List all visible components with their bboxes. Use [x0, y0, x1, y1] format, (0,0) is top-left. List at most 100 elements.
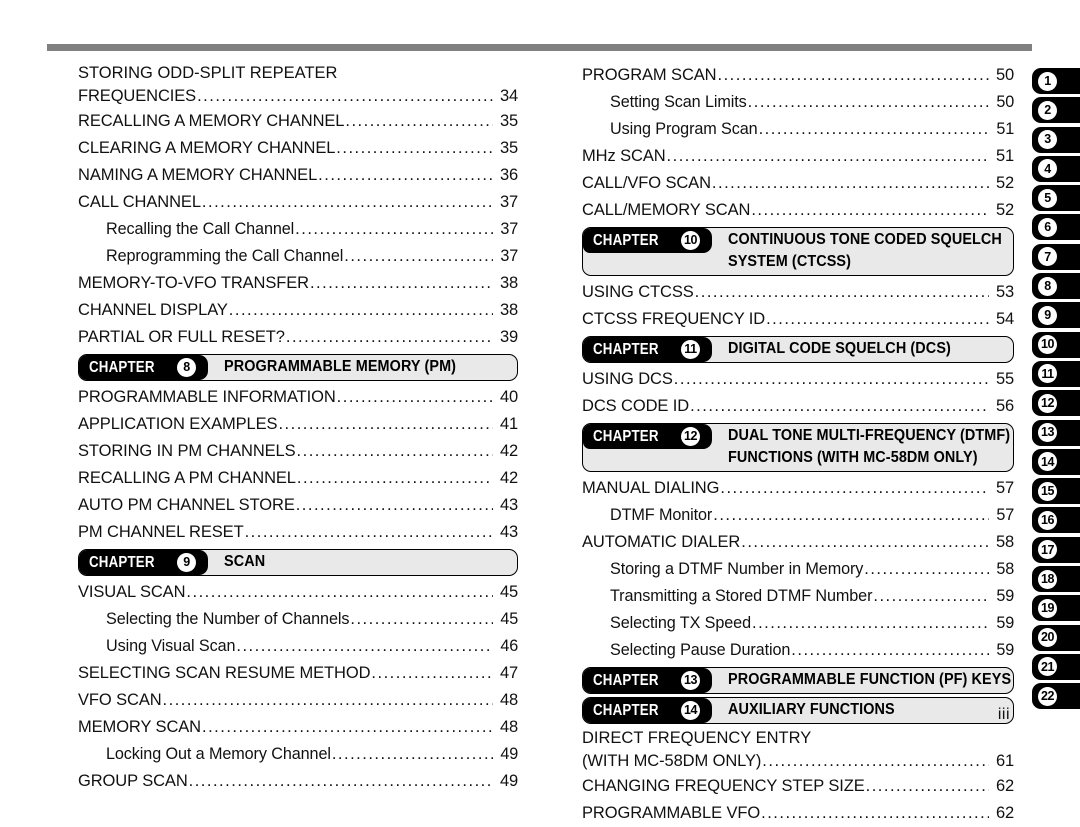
index-tab[interactable]: 8 [1032, 273, 1080, 300]
toc-entry[interactable]: VISUAL SCAN.............................… [78, 579, 518, 606]
toc-entry[interactable]: RECALLING A MEMORY CHANNEL..............… [78, 108, 518, 135]
toc-entry[interactable]: PROGRAMMABLE VFO........................… [582, 800, 1014, 827]
toc-entry[interactable]: CHANGING FREQUENCY STEP SIZE............… [582, 773, 1014, 800]
toc-entry-title: AUTOMATIC DIALER [582, 533, 741, 551]
toc-leader-dots: ........................................… [864, 560, 989, 578]
toc-entry[interactable]: PROGRAM SCAN............................… [582, 62, 1014, 89]
toc-entry[interactable]: MANUAL DIALING..........................… [582, 475, 1014, 502]
toc-entry[interactable]: USING DCS...............................… [582, 366, 1014, 393]
toc-leader-dots: ........................................… [331, 745, 493, 763]
toc-entry[interactable]: Locking Out a Memory Channel............… [78, 741, 518, 768]
index-tab[interactable]: 12 [1032, 390, 1080, 417]
index-tab[interactable]: 17 [1032, 536, 1080, 563]
index-tab[interactable]: 20 [1032, 624, 1080, 651]
toc-entry[interactable]: Using Visual Scan.......................… [78, 633, 518, 660]
toc-entry[interactable]: PM CHANNEL RESET........................… [78, 519, 518, 546]
toc-entry[interactable]: DTMF Monitor............................… [582, 502, 1014, 529]
toc-entry[interactable]: Selecting TX Speed......................… [582, 610, 1014, 637]
toc-entry[interactable]: SELECTING SCAN RESUME METHOD............… [78, 660, 518, 687]
toc-entry[interactable]: APPLICATION EXAMPLES....................… [78, 411, 518, 438]
toc-entry[interactable]: Selecting the Number of Channels........… [78, 606, 518, 633]
index-tab[interactable]: 6 [1032, 214, 1080, 241]
index-tab[interactable]: 5 [1032, 185, 1080, 212]
index-tab[interactable]: 7 [1032, 243, 1080, 270]
toc-entry[interactable]: Storing a DTMF Number in Memory.........… [582, 556, 1014, 583]
toc-entry[interactable]: Using Program Scan......................… [582, 116, 1014, 143]
chapter-number-badge: 8 [177, 358, 196, 377]
index-tab[interactable]: 15 [1032, 478, 1080, 505]
index-tab[interactable]: 10 [1032, 331, 1080, 358]
toc-entry[interactable]: CALL CHANNEL............................… [78, 189, 518, 216]
toc-entry-row: Using Visual Scan.......................… [106, 633, 518, 660]
index-tab[interactable]: 2 [1032, 97, 1080, 124]
index-tab[interactable]: 14 [1032, 448, 1080, 475]
toc-leader-dots: ........................................… [318, 166, 493, 184]
chapter-header-bar[interactable]: CHAPTER 13 PROGRAMMABLE FUNCTION (PF) KEYS [582, 667, 1014, 694]
toc-entry[interactable]: PARTIAL OR FULL RESET?..................… [78, 324, 518, 351]
toc-entry[interactable]: VFO SCAN................................… [78, 687, 518, 714]
index-tab[interactable]: 16 [1032, 507, 1080, 534]
toc-leader-dots: ........................................… [228, 301, 493, 319]
toc-entry-row: PARTIAL OR FULL RESET?..................… [78, 324, 518, 351]
toc-entry[interactable]: USING CTCSS.............................… [582, 279, 1014, 306]
index-tab[interactable]: 3 [1032, 126, 1080, 153]
chapter-header-bar[interactable]: CHAPTER 11 DIGITAL CODE SQUELCH (DCS) [582, 336, 1014, 363]
toc-page-number: 53 [996, 283, 1014, 301]
toc-entry[interactable]: Reprogramming the Call Channel..........… [78, 243, 518, 270]
index-tab[interactable]: 11 [1032, 360, 1080, 387]
chapter-header-bar[interactable]: CHAPTER 9 SCAN [78, 549, 518, 576]
toc-entry[interactable]: RECALLING A PM CHANNEL..................… [78, 465, 518, 492]
toc-entry[interactable]: Setting Scan Limits.....................… [582, 89, 1014, 116]
toc-entry[interactable]: CALL/MEMORY SCAN........................… [582, 197, 1014, 224]
index-tab[interactable]: 9 [1032, 302, 1080, 329]
toc-entry[interactable]: MEMORY-TO-VFO TRANSFER..................… [78, 270, 518, 297]
toc-page-number: 58 [996, 560, 1014, 578]
toc-entry-title: PROGRAMMABLE INFORMATION [78, 388, 336, 406]
toc-entry[interactable]: MHz SCAN................................… [582, 143, 1014, 170]
toc-entry[interactable]: DIRECT FREQUENCY ENTRY (WITH MC-58DM ONLY… [582, 727, 1014, 773]
toc-entry[interactable]: Transmitting a Stored DTMF Number.......… [582, 583, 1014, 610]
toc-entry[interactable]: NAMING A MEMORY CHANNEL.................… [78, 162, 518, 189]
toc-entry-row: MEMORY-TO-VFO TRANSFER..................… [78, 270, 518, 297]
toc-entry[interactable]: CHANNEL DISPLAY.........................… [78, 297, 518, 324]
chapter-header-bar[interactable]: CHAPTER 8 PROGRAMMABLE MEMORY (PM) [78, 354, 518, 381]
toc-entry[interactable]: DCS CODE ID.............................… [582, 393, 1014, 420]
toc-entry[interactable]: AUTO PM CHANNEL STORE...................… [78, 492, 518, 519]
index-tab[interactable]: 1 [1032, 68, 1080, 94]
index-tab[interactable]: 13 [1032, 419, 1080, 446]
toc-entry[interactable]: CLEARING A MEMORY CHANNEL...............… [78, 135, 518, 162]
index-tab[interactable]: 18 [1032, 566, 1080, 593]
index-tab[interactable]: 4 [1032, 155, 1080, 182]
toc-entry[interactable]: STORING ODD-SPLIT REPEATER FREQUENCIES...… [78, 62, 518, 108]
chapter-header-bar[interactable]: CHAPTER 12 DUAL TONE MULTI-FREQUENCY (DTMF… [582, 423, 1014, 472]
toc-entry-row: FREQUENCIES.............................… [78, 85, 518, 108]
toc-entry-title: MHz SCAN [582, 147, 666, 165]
chapter-word-label: CHAPTER [593, 427, 659, 445]
toc-leader-dots: ........................................… [162, 691, 493, 709]
index-tab[interactable]: 19 [1032, 595, 1080, 622]
toc-leader-dots: ........................................… [278, 415, 493, 433]
toc-entry-title: Storing a DTMF Number in Memory [610, 560, 864, 578]
toc-entry-title: VISUAL SCAN [78, 583, 186, 601]
toc-entry[interactable]: Selecting Pause Duration................… [582, 637, 1014, 664]
toc-entry[interactable]: AUTOMATIC DIALER........................… [582, 529, 1014, 556]
toc-leader-dots: ........................................… [713, 506, 989, 524]
toc-entry[interactable]: STORING IN PM CHANNELS..................… [78, 438, 518, 465]
toc-leader-dots: ........................................… [336, 388, 493, 406]
toc-entry[interactable]: CTCSS FREQUENCY ID......................… [582, 306, 1014, 333]
toc-column-left: STORING ODD-SPLIT REPEATER FREQUENCIES...… [78, 62, 518, 795]
chapter-title-line: SCAN [224, 552, 266, 570]
toc-page-number: 52 [996, 174, 1014, 192]
index-tab[interactable]: 22 [1032, 683, 1080, 710]
toc-entry-title: PROGRAMMABLE VFO [582, 804, 761, 822]
index-tab-number: 16 [1038, 510, 1057, 530]
toc-entry[interactable]: PROGRAMMABLE INFORMATION................… [78, 384, 518, 411]
toc-entry[interactable]: Recalling the Call Channel..............… [78, 216, 518, 243]
chapter-header-bar[interactable]: CHAPTER 10 CONTINUOUS TONE CODED SQUELCH SY… [582, 227, 1014, 276]
toc-page-number: 46 [500, 637, 518, 655]
toc-entry-row: VISUAL SCAN.............................… [78, 579, 518, 606]
toc-entry[interactable]: MEMORY SCAN.............................… [78, 714, 518, 741]
index-tab[interactable]: 21 [1032, 653, 1080, 680]
toc-entry[interactable]: CALL/VFO SCAN...........................… [582, 170, 1014, 197]
toc-entry[interactable]: GROUP SCAN..............................… [78, 768, 518, 795]
